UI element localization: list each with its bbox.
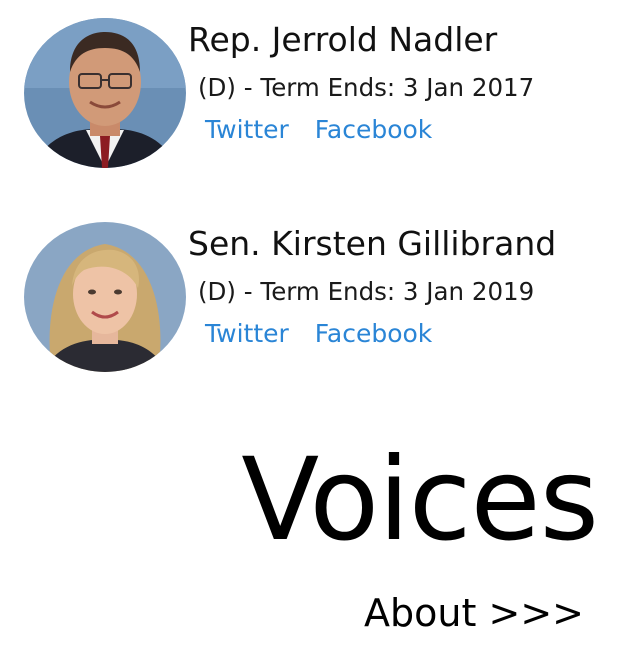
avatar-photo (24, 18, 186, 168)
twitter-link[interactable]: Twitter (205, 316, 289, 352)
app-title: Voices (241, 433, 599, 566)
facebook-link[interactable]: Facebook (315, 316, 432, 352)
facebook-link[interactable]: Facebook (315, 112, 432, 148)
about-link[interactable]: About >>> (364, 589, 584, 637)
representative-card-gillibrand: Sen. Kirsten Gillibrand (D) - Term Ends:… (0, 210, 640, 380)
twitter-link[interactable]: Twitter (205, 112, 289, 148)
representative-term: (D) - Term Ends: 3 Jan 2017 (198, 73, 535, 102)
representative-term: (D) - Term Ends: 3 Jan 2019 (198, 277, 535, 306)
representative-name: Sen. Kirsten Gillibrand (188, 224, 557, 263)
social-links: Twitter Facebook (205, 112, 432, 148)
representative-name: Rep. Jerrold Nadler (188, 20, 498, 59)
representative-card-nadler: Rep. Jerrold Nadler (D) - Term Ends: 3 J… (0, 6, 640, 176)
social-links: Twitter Facebook (205, 316, 432, 352)
avatar-photo (24, 222, 186, 372)
